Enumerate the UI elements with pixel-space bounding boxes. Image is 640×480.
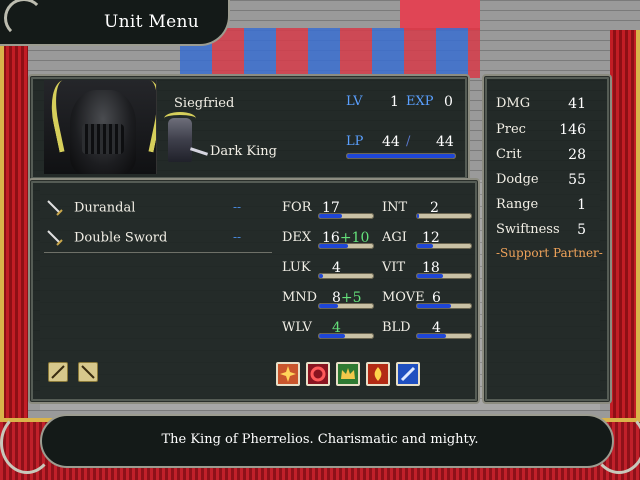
weapon-row[interactable]: Durandal	[46, 199, 135, 217]
stat-label: AGI	[382, 230, 407, 245]
exp-value: 0	[444, 94, 453, 110]
combat-value: 5	[577, 222, 586, 238]
combat-label: Prec	[496, 122, 526, 137]
unit-class: Dark King	[210, 144, 277, 159]
stat-bar	[416, 273, 472, 279]
combat-value: 55	[568, 172, 586, 188]
combat-value: 146	[559, 122, 586, 138]
weapon-name: Double Sword	[74, 230, 168, 246]
stat-bar	[318, 303, 374, 309]
menu-title: Unit Menu	[104, 12, 200, 32]
stat-label: LUK	[282, 260, 311, 275]
lp-max: 44	[436, 134, 454, 150]
stat-bar	[318, 243, 374, 249]
stat-label: DEX	[282, 230, 312, 245]
level-value: 1	[390, 94, 399, 110]
starburst-skill-icon[interactable]	[276, 362, 300, 386]
combat-value: 1	[577, 197, 586, 213]
crown-skill-icon[interactable]	[336, 362, 360, 386]
unit-description: The King of Pherrelios. Charismatic and …	[161, 432, 479, 447]
weapon-row[interactable]: Double Sword	[46, 229, 167, 247]
combat-label: DMG	[496, 96, 531, 111]
stat-label: WLV	[282, 320, 312, 335]
unit-portrait	[44, 80, 157, 174]
stat-bar	[416, 303, 472, 309]
combat-label: Crit	[496, 147, 522, 162]
weapon-uses: --	[233, 230, 242, 244]
combat-value: 41	[568, 96, 586, 112]
stat-bar	[416, 213, 472, 219]
combat-value: 28	[568, 147, 586, 163]
stat-label: FOR	[282, 200, 312, 215]
ring-skill-icon[interactable]	[306, 362, 330, 386]
flame-skill-icon[interactable]	[366, 362, 390, 386]
weapon-name: Durandal	[74, 200, 136, 216]
combat-label: Range	[496, 197, 539, 212]
support-partner-label[interactable]: -Support Partner-	[496, 246, 603, 260]
sword-item-icon[interactable]	[48, 362, 68, 382]
unit-sprite-icon	[164, 112, 196, 162]
stat-label: INT	[382, 200, 408, 215]
stat-bar	[416, 333, 472, 339]
sword-icon	[46, 229, 64, 247]
stat-label: VIT	[382, 260, 406, 275]
combat-label: Dodge	[496, 172, 539, 187]
sword-icon	[46, 199, 64, 217]
ornament-icon	[4, 0, 44, 38]
slash-skill-icon[interactable]	[396, 362, 420, 386]
lp-separator: /	[406, 134, 411, 149]
lp-current: 44	[382, 134, 400, 150]
lp-label: LP	[346, 134, 364, 149]
stat-bar	[416, 243, 472, 249]
weapon-uses: --	[233, 200, 242, 214]
unit-name: Siegfried	[174, 96, 235, 111]
stat-bar	[318, 273, 374, 279]
stat-bar	[318, 333, 374, 339]
level-label: LV	[346, 94, 363, 109]
lp-bar	[346, 153, 456, 159]
stat-label: MND	[282, 290, 318, 305]
spear-item-icon[interactable]	[78, 362, 98, 382]
exp-label: EXP	[406, 94, 434, 109]
stat-label: BLD	[382, 320, 411, 335]
stat-bar	[318, 213, 374, 219]
combat-label: Swiftness	[496, 222, 560, 237]
